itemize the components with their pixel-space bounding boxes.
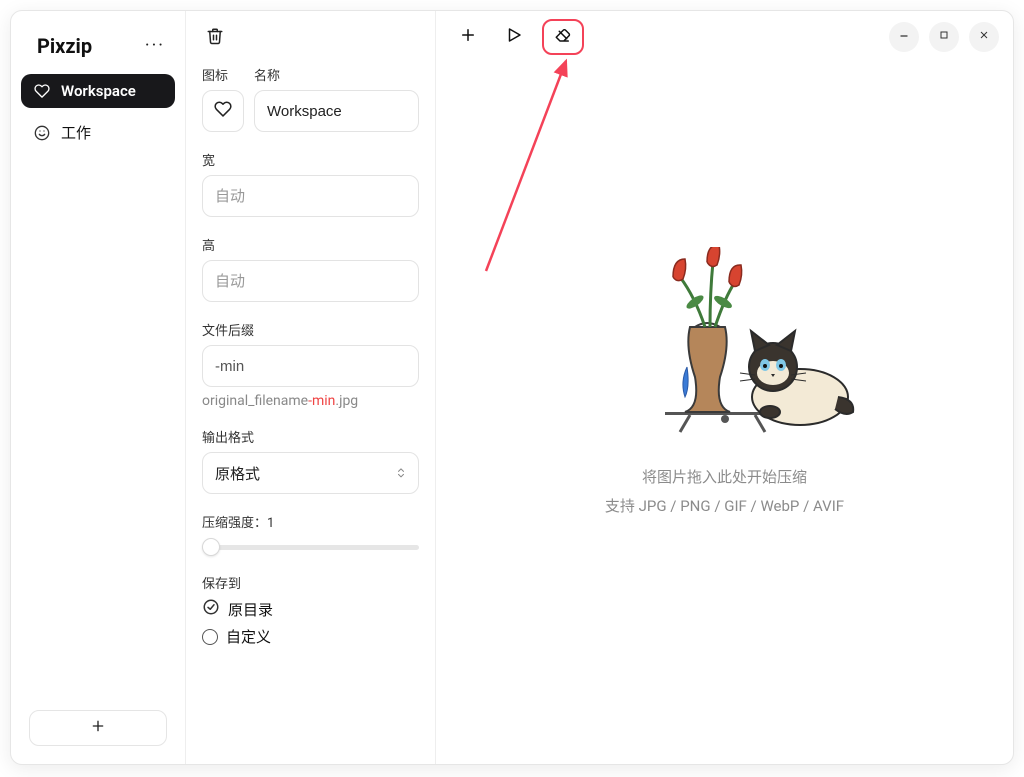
close-icon xyxy=(978,29,990,45)
app-title: Pixzip xyxy=(37,34,92,58)
play-icon xyxy=(505,26,523,48)
slider-thumb[interactable] xyxy=(202,538,220,556)
output-format-label: 输出格式 xyxy=(202,427,419,446)
run-button[interactable] xyxy=(496,21,532,53)
width-input[interactable] xyxy=(202,175,419,217)
sidebar: Pixzip ··· Workspace 工作 xyxy=(11,11,186,764)
app-window: Pixzip ··· Workspace 工作 xyxy=(10,10,1014,765)
width-label: 宽 xyxy=(202,150,419,169)
add-files-button[interactable] xyxy=(450,21,486,53)
check-circle-icon xyxy=(202,598,220,620)
compression-value: 1 xyxy=(267,516,274,531)
empty-state-illustration xyxy=(595,247,855,447)
icon-picker[interactable] xyxy=(202,90,244,132)
sidebar-header: Pixzip ··· xyxy=(21,21,175,74)
maximize-icon xyxy=(938,29,950,45)
add-workspace-button[interactable] xyxy=(29,710,167,746)
sidebar-item-workspace[interactable]: Workspace xyxy=(21,74,175,108)
main-toolbar xyxy=(436,11,1013,63)
save-option-original[interactable]: 原目录 xyxy=(202,598,419,620)
drop-instructions: 将图片拖入此处开始压缩 支持 JPG / PNG / GIF / WebP / … xyxy=(605,463,844,520)
radio-label: 原目录 xyxy=(228,599,273,620)
icon-label: 图标 xyxy=(202,65,244,84)
clear-button[interactable] xyxy=(542,19,584,55)
delete-workspace-button[interactable] xyxy=(200,23,230,53)
window-minimize-button[interactable] xyxy=(889,22,919,52)
sidebar-item-work[interactable]: 工作 xyxy=(21,114,175,151)
window-maximize-button[interactable] xyxy=(929,22,959,52)
suffix-hint: original_filename-min.jpg xyxy=(202,393,419,409)
smile-icon xyxy=(33,124,51,142)
eraser-icon xyxy=(554,26,572,48)
heart-icon xyxy=(33,82,51,100)
plus-icon xyxy=(90,718,106,738)
name-label: 名称 xyxy=(254,65,419,84)
workspace-name-input[interactable] xyxy=(254,90,419,132)
compression-slider[interactable] xyxy=(202,539,419,555)
more-menu-button[interactable]: ··· xyxy=(141,31,169,60)
main-area: 将图片拖入此处开始压缩 支持 JPG / PNG / GIF / WebP / … xyxy=(436,11,1013,764)
save-to-label: 保存到 xyxy=(202,573,419,592)
save-option-custom[interactable]: 自定义 xyxy=(202,626,419,647)
drop-zone[interactable]: 将图片拖入此处开始压缩 支持 JPG / PNG / GIF / WebP / … xyxy=(436,63,1013,764)
settings-panel: 图标 名称 宽 高 xyxy=(186,11,436,764)
sidebar-item-label: Workspace xyxy=(61,82,136,100)
suffix-label: 文件后缀 xyxy=(202,320,419,339)
trash-icon xyxy=(206,27,224,49)
radio-label: 自定义 xyxy=(226,626,271,647)
window-close-button[interactable] xyxy=(969,22,999,52)
compression-label: 压缩强度： xyxy=(202,516,267,531)
suffix-input[interactable] xyxy=(202,345,419,387)
heart-icon xyxy=(214,100,232,122)
output-format-select[interactable] xyxy=(202,452,419,494)
height-input[interactable] xyxy=(202,260,419,302)
sidebar-item-label: 工作 xyxy=(61,122,91,143)
radio-icon xyxy=(202,629,218,645)
plus-icon xyxy=(459,26,477,48)
panel-toolbar xyxy=(186,11,435,59)
minimize-icon xyxy=(898,29,910,45)
window-controls xyxy=(889,22,999,52)
height-label: 高 xyxy=(202,235,419,254)
